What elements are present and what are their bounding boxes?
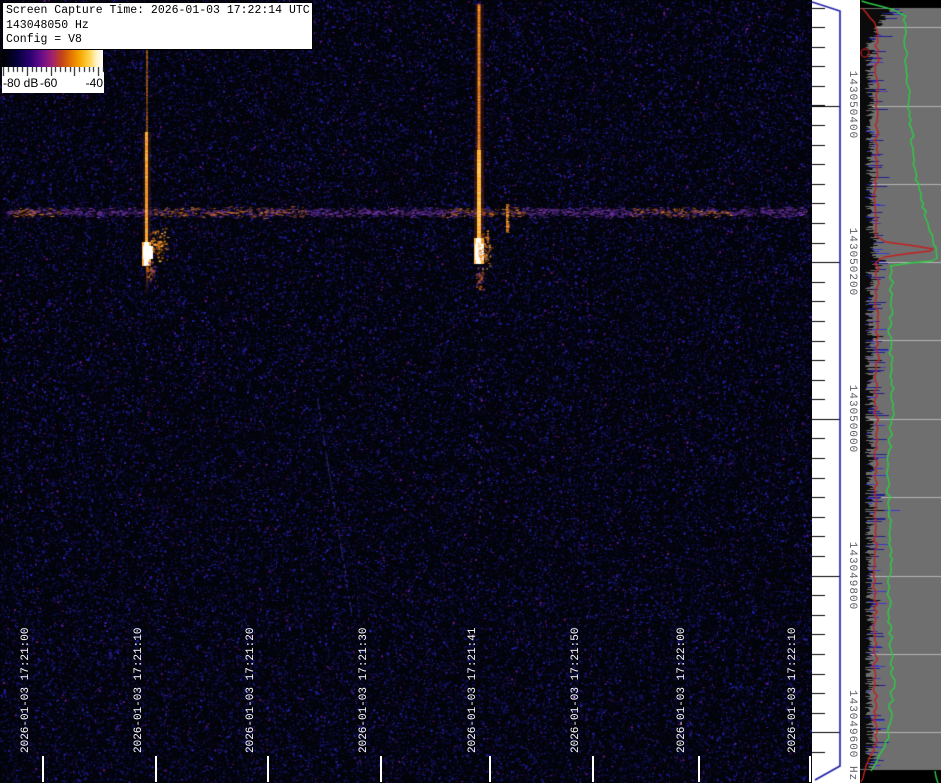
waterfall-spectrogram <box>0 0 812 783</box>
colorbar: -80 dB -60 -40 <box>2 50 104 93</box>
capture-time-text: Screen Capture Time: 2026-01-03 17:22:14… <box>6 4 310 17</box>
colorbar-ruler: -80 dB -60 -40 <box>2 67 104 93</box>
center-frequency-text: 143048050 Hz <box>6 18 89 32</box>
frequency-axis <box>812 0 860 783</box>
spectrum-capture-screen: Screen Capture Time: 2026-01-03 17:22:14… <box>0 0 941 783</box>
colorbar-gradient <box>2 50 104 67</box>
colorbar-label-min: -80 dB <box>3 76 39 90</box>
colorbar-label-mid: -60 <box>40 76 58 90</box>
colorbar-label-max: -40 <box>85 76 103 90</box>
spectrum-graph-panel <box>860 0 941 783</box>
colorbar-tick-marks <box>2 67 104 76</box>
config-text: Config = V8 <box>6 33 82 46</box>
capture-info-box: Screen Capture Time: 2026-01-03 17:22:14… <box>2 2 313 50</box>
